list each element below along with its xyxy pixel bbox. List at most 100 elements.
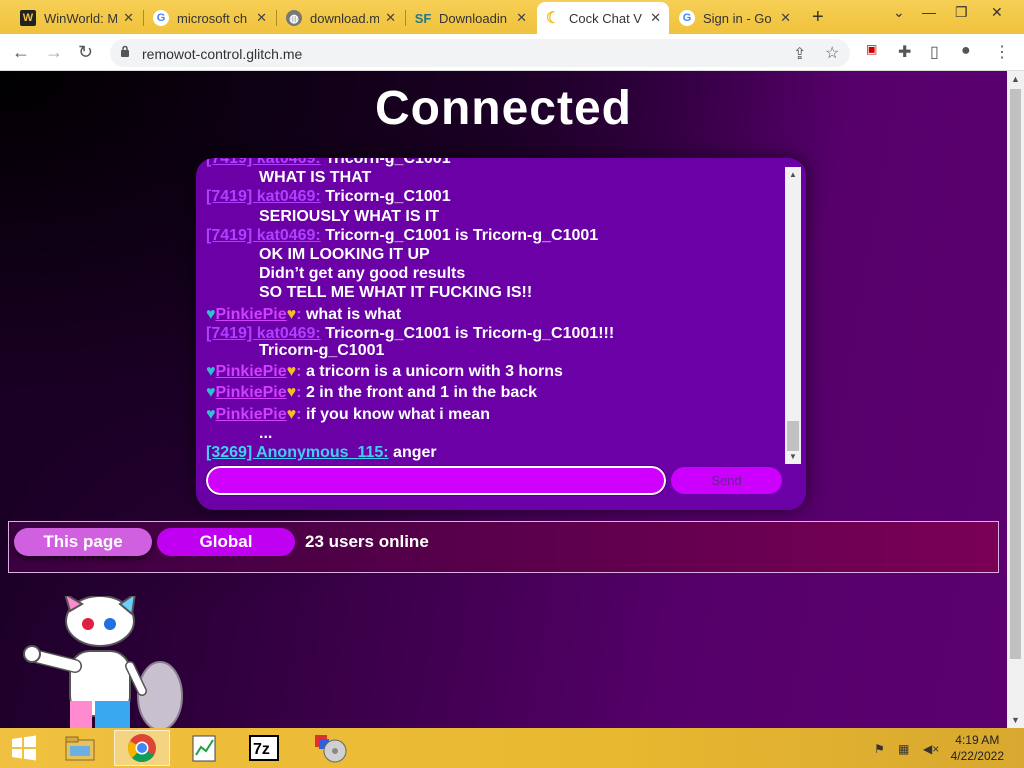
chat-username-link[interactable]: ♥PinkiePie♥:	[206, 406, 301, 423]
forward-arrow-icon[interactable]: →	[45, 42, 63, 63]
chat-username[interactable]: [3269] Anonymous_115:	[206, 444, 389, 461]
page-scroll-thumb[interactable]	[1010, 89, 1021, 659]
chat-scroll-thumb[interactable]	[787, 421, 799, 451]
chat-scrollbar[interactable]: ▲ ▼	[785, 167, 801, 464]
side-panel-icon[interactable]: ▯	[930, 42, 939, 62]
extensions-puzzle-icon[interactable]: ✚	[898, 42, 911, 62]
chat-message-text: SO TELL ME WHAT IT FUCKING IS!!	[259, 284, 533, 302]
tab-download[interactable]: ◍ download.m ✕	[278, 4, 404, 32]
minimize-icon[interactable]: —	[922, 4, 936, 20]
chrome-taskbar-button[interactable]	[114, 730, 170, 766]
this-page-button[interactable]: This page	[14, 528, 152, 556]
yellow-heart-icon: ♥	[286, 363, 297, 381]
chat-log[interactable]: [7419] kat0469: Tricorn-g_C1001 WHAT IS T…	[196, 158, 784, 464]
windows-taskbar: 7z ⚑ ▦ ◀× 4:19 AM 4/22/2022	[0, 728, 1024, 768]
tab-sign-in[interactable]: G Sign in - Go ✕	[671, 4, 799, 32]
cyan-heart-icon: ♥	[206, 405, 216, 423]
winworld-icon: W	[20, 10, 36, 26]
chat-message-text: WHAT IS THAT	[259, 169, 372, 187]
scroll-up-arrow-icon[interactable]: ▲	[1011, 74, 1020, 84]
username-colon: :	[296, 405, 302, 423]
chat-message-text: ...	[259, 424, 273, 442]
chat-message-text: OK IM LOOKING IT UP	[259, 246, 430, 263]
media-player-button[interactable]	[302, 730, 358, 766]
start-button[interactable]	[0, 730, 48, 766]
scroll-down-arrow-icon[interactable]: ▼	[1011, 715, 1020, 725]
window-close-icon[interactable]: ✕	[991, 4, 1003, 21]
chat-username[interactable]: [7419] kat0469:	[206, 188, 321, 205]
chat-message-text: Didn’t get any good results	[259, 265, 466, 283]
chat-message-text: anger	[393, 444, 437, 461]
cyan-heart-icon: ♥	[206, 363, 216, 381]
close-icon[interactable]: ✕	[780, 10, 791, 26]
chart-notepad-icon	[192, 735, 216, 762]
chat-username[interactable]: [7419] kat0469:	[206, 325, 321, 342]
message-input[interactable]	[205, 465, 667, 496]
address-bar[interactable]: remowot-control.glitch.me ⇪ ☆	[110, 39, 850, 67]
bookmark-star-icon[interactable]: ☆	[825, 43, 839, 63]
chat-username[interactable]: PinkiePie	[216, 363, 287, 380]
google-icon: G	[153, 10, 169, 26]
chat-username[interactable]: PinkiePie	[216, 384, 287, 401]
chat-username-link[interactable]: ♥PinkiePie♥:	[206, 306, 301, 323]
chat-message: SERIOUSLY WHAT IS IT	[206, 208, 439, 226]
chat-message-text: 2 in the front and 1 in the back	[305, 384, 538, 402]
chat-message-text: what is what	[305, 305, 402, 323]
scroll-up-arrow-icon[interactable]: ▲	[789, 170, 797, 179]
tab-winworld[interactable]: W WinWorld: M ✕	[12, 4, 142, 32]
windows-logo-icon	[12, 735, 36, 761]
extension-seen-icon[interactable]: ▣	[866, 42, 877, 56]
chat-username-link[interactable]: ♥PinkiePie♥:	[206, 363, 301, 380]
browser-tab-strip: W WinWorld: M ✕ G microsoft ch ✕ ◍ downl…	[0, 0, 1024, 34]
close-icon[interactable]: ✕	[650, 10, 661, 26]
tab-microsoft[interactable]: G microsoft ch ✕	[145, 4, 275, 32]
global-button[interactable]: Global	[157, 528, 295, 556]
chat-message: ♥PinkiePie♥: 2 in the front and 1 in the…	[206, 384, 537, 402]
chat-message-text: a tricorn is a unicorn with 3 horns	[305, 363, 563, 381]
globe-icon: ◍	[286, 10, 302, 26]
chat-username[interactable]: [7419] kat0469:	[206, 158, 321, 167]
chat-message: SO TELL ME WHAT IT FUCKING IS!!	[206, 284, 532, 302]
chat-username[interactable]: PinkiePie	[216, 306, 287, 323]
notepad-chart-button[interactable]	[176, 730, 232, 766]
back-arrow-icon[interactable]: ←	[12, 42, 30, 63]
username-colon: :	[296, 384, 302, 402]
taskbar-clock[interactable]: 4:19 AM 4/22/2022	[951, 732, 1004, 764]
close-icon[interactable]: ✕	[385, 10, 396, 26]
chat-username[interactable]: PinkiePie	[216, 406, 287, 423]
username-colon: :	[296, 305, 302, 323]
tab-downloading[interactable]: SF Downloadin ✕	[407, 4, 535, 32]
page-scrollbar[interactable]: ▲ ▼	[1007, 71, 1024, 728]
users-online-count: 23 users online	[305, 532, 429, 551]
new-tab-plus-icon[interactable]: +	[812, 6, 824, 29]
chat-message: [7419] kat0469: Tricorn-g_C1001	[206, 188, 451, 206]
close-icon[interactable]: ✕	[123, 10, 134, 26]
menu-kebab-icon[interactable]: ⋮	[994, 42, 1010, 62]
tab-cock-chat[interactable]: ☾ Cock Chat V ✕	[537, 2, 669, 34]
url-text: remowot-control.glitch.me	[142, 46, 303, 62]
scroll-down-arrow-icon[interactable]: ▼	[789, 452, 797, 461]
file-explorer-button[interactable]	[52, 730, 108, 766]
send-button[interactable]: Send	[671, 467, 782, 494]
reload-icon[interactable]: ↻	[78, 42, 93, 63]
network-icon[interactable]: ▦	[898, 742, 909, 756]
chat-scope-bar: This page Global 23 users online	[8, 521, 999, 573]
7zip-button[interactable]: 7z	[236, 730, 292, 766]
close-icon[interactable]: ✕	[256, 10, 267, 26]
clock-date: 4/22/2022	[950, 749, 1004, 763]
chat-username-link[interactable]: ♥PinkiePie♥:	[206, 384, 301, 401]
volume-muted-icon[interactable]: ◀×	[923, 742, 939, 756]
share-icon[interactable]: ⇪	[793, 44, 806, 64]
chat-message-text: Tricorn-g_C1001	[259, 342, 385, 359]
tab-search-chevron-icon[interactable]: ⌄	[893, 4, 905, 21]
action-center-flag-icon[interactable]: ⚑	[874, 742, 885, 756]
page-viewport: Connected [7419] kat0469: Tricorn-g_C100…	[0, 71, 1007, 728]
profile-avatar-icon[interactable]: ●	[961, 42, 971, 60]
chat-username[interactable]: [7419] kat0469:	[206, 227, 321, 244]
close-icon[interactable]: ✕	[516, 10, 527, 26]
restore-icon[interactable]: ❐	[955, 4, 968, 21]
tab-divider	[276, 10, 277, 26]
moon-icon: ☾	[545, 10, 561, 27]
svg-text:7z: 7z	[253, 741, 270, 758]
yellow-heart-icon: ♥	[286, 305, 297, 323]
